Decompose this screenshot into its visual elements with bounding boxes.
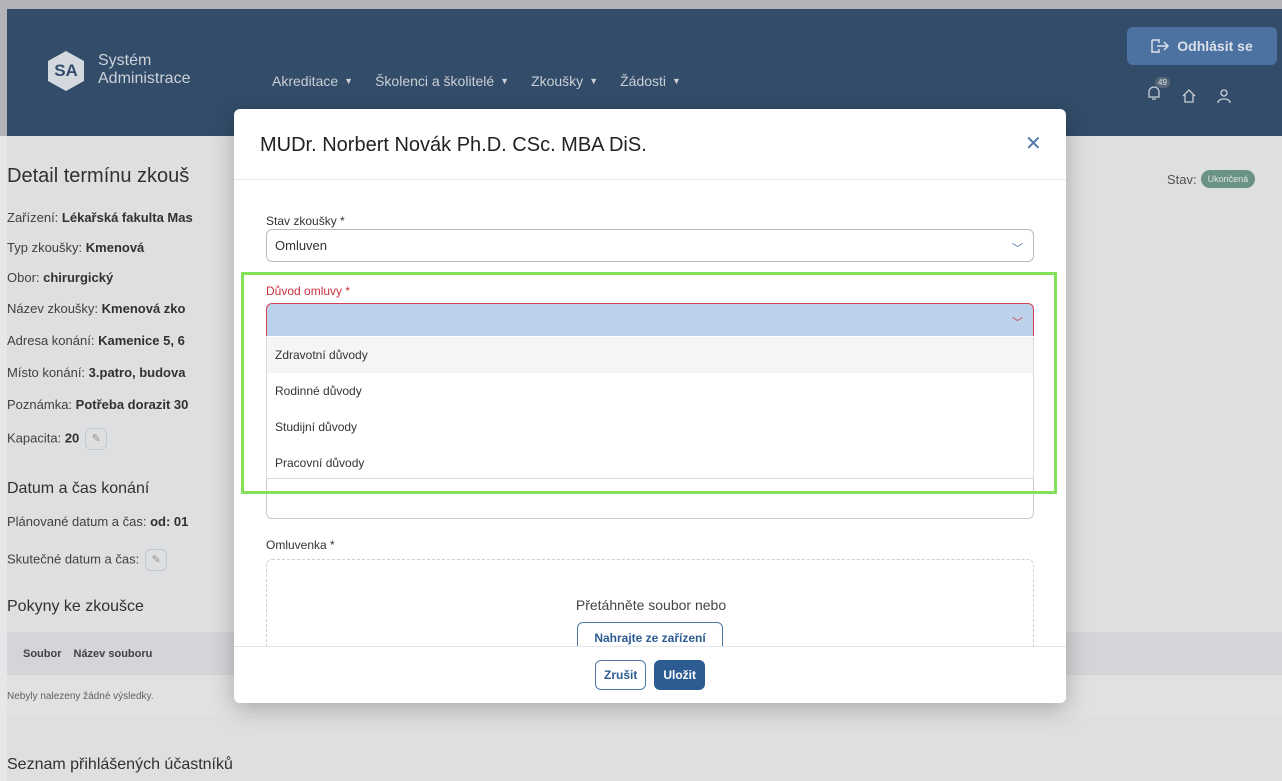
save-button[interactable]: Uložit [654,660,705,690]
chevron-down-icon: ﹀ [1012,243,1023,255]
dropzone-text: Přetáhněte soubor nebo [575,597,727,613]
cancel-button[interactable]: Zrušit [594,660,647,690]
close-icon[interactable]: ✕ [1025,131,1042,156]
excuse-file-label: Omluvenka * [266,538,335,552]
modal-footer: Zrušit Uložit [234,646,1066,703]
modal-divider [234,179,1066,180]
focus-highlight-frame [241,272,1057,494]
exam-state-label: Stav zkoušky * [266,214,345,228]
exam-state-select[interactable]: Omluven ﹀ [266,229,1034,262]
exam-state-value: Omluven [275,238,328,253]
modal-title: MUDr. Norbert Novák Ph.D. CSc. MBA DiS. [260,134,647,156]
